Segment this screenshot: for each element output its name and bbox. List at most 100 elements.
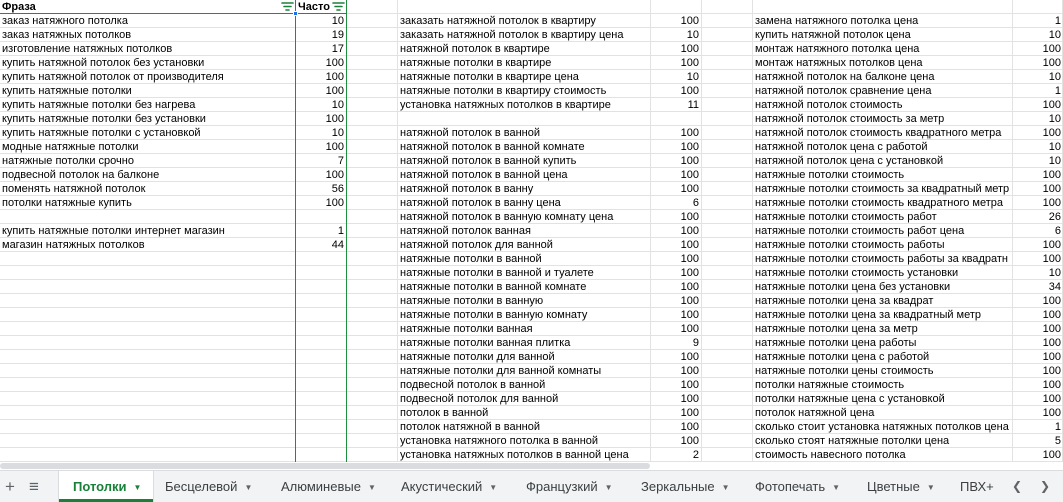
caret-down-icon[interactable]: ▼ (927, 472, 935, 502)
frequency-cell[interactable]: 6 (1013, 224, 1063, 238)
phrase-cell[interactable]: заказ натяжных потолков (0, 28, 294, 42)
frequency-cell[interactable]: 100 (651, 266, 701, 280)
phrase-cell[interactable]: натяжные потолки стоимость (753, 168, 1012, 182)
frequency-cell[interactable]: 44 (296, 238, 346, 252)
phrase-cell[interactable]: купить натяжной потолок от производителя (0, 70, 294, 84)
frequency-cell[interactable]: 2 (651, 448, 701, 462)
phrase-cell[interactable]: натяжные потолки цена за метр (753, 322, 1012, 336)
phrase-cell[interactable]: натяжной потолок ванная (398, 224, 650, 238)
caret-down-icon[interactable]: ▼ (722, 472, 730, 502)
frequency-cell[interactable]: 100 (651, 182, 701, 196)
spreadsheet-grid[interactable]: Фраза Часто заказ натяжного потолка 10 заказ… (0, 0, 1063, 462)
frequency-cell[interactable]: 5 (1013, 434, 1063, 448)
frequency-cell[interactable]: 100 (651, 14, 701, 28)
frequency-cell[interactable]: 100 (651, 322, 701, 336)
phrase-cell[interactable]: купить натяжные потолки с установкой (0, 126, 294, 140)
phrase-cell[interactable]: натяжные потолки для ванной (398, 350, 650, 364)
frequency-cell[interactable]: 100 (1013, 182, 1063, 196)
all-sheets-button[interactable]: ≡ (24, 477, 44, 497)
frequency-cell[interactable]: 100 (296, 56, 346, 70)
phrase-cell[interactable]: замена натяжного потолка цена (753, 14, 1012, 28)
frequency-cell[interactable]: 10 (651, 28, 701, 42)
phrase-cell[interactable]: натяжные потолки цена за квадрат (753, 294, 1012, 308)
phrase-cell[interactable]: потолок натяжной цена (753, 406, 1012, 420)
frequency-cell[interactable]: 100 (1013, 98, 1063, 112)
phrase-cell[interactable]: натяжные потолки в квартиру стоимость (398, 84, 650, 98)
frequency-cell[interactable]: 100 (296, 70, 346, 84)
frequency-cell[interactable]: 100 (651, 224, 701, 238)
phrase-cell[interactable]: натяжные потолки стоимость квадратного м… (753, 196, 1012, 210)
phrase-cell[interactable]: натяжной потолок в ванной цена (398, 168, 650, 182)
frequency-cell[interactable]: 10 (651, 70, 701, 84)
phrase-cell[interactable]: натяжной потолок стоимость квадратного м… (753, 126, 1012, 140)
phrase-cell[interactable]: натяжной потолок стоимость за метр (753, 112, 1012, 126)
phrase-cell[interactable]: сколько стоят натяжные потолки цена (753, 434, 1012, 448)
frequency-cell[interactable]: 10 (1013, 140, 1063, 154)
phrase-cell[interactable]: натяжной потолок в ванной (398, 126, 650, 140)
phrase-cell[interactable]: натяжные потолки для ванной комнаты (398, 364, 650, 378)
frequency-cell[interactable]: 100 (1013, 126, 1063, 140)
phrase-cell[interactable]: монтаж натяжных потолков цена (753, 56, 1012, 70)
frequency-cell[interactable]: 100 (651, 308, 701, 322)
frequency-cell[interactable]: 100 (651, 42, 701, 56)
frequency-cell[interactable]: 10 (1013, 266, 1063, 280)
phrase-cell[interactable]: купить натяжные потолки (0, 84, 294, 98)
frequency-cell[interactable]: 100 (651, 84, 701, 98)
frequency-cell[interactable]: 100 (296, 84, 346, 98)
frequency-cell[interactable]: 100 (1013, 350, 1063, 364)
phrase-cell[interactable]: натяжные потолки стоимость работы за ква… (753, 252, 1012, 266)
phrase-cell[interactable]: подвесной потолок в ванной (398, 378, 650, 392)
frequency-cell[interactable]: 7 (296, 154, 346, 168)
frequency-cell[interactable]: 100 (1013, 322, 1063, 336)
frequency-cell[interactable]: 100 (651, 420, 701, 434)
frequency-cell[interactable]: 34 (1013, 280, 1063, 294)
phrase-cell[interactable]: купить натяжные потолки интернет магазин (0, 224, 294, 238)
phrase-cell[interactable]: потолки натяжные купить (0, 196, 294, 210)
frequency-cell[interactable]: 100 (651, 392, 701, 406)
frequency-cell[interactable]: 100 (1013, 308, 1063, 322)
phrase-cell[interactable]: натяжные потолки срочно (0, 154, 294, 168)
frequency-cell[interactable]: 10 (1013, 112, 1063, 126)
frequency-cell[interactable]: 100 (651, 434, 701, 448)
phrase-cell[interactable]: натяжные потолки ванная плитка (398, 336, 650, 350)
phrase-cell[interactable]: натяжной потолок в ванну (398, 182, 650, 196)
frequency-cell[interactable]: 100 (1013, 378, 1063, 392)
phrase-cell[interactable]: натяжные потолки цена без установки (753, 280, 1012, 294)
frequency-cell[interactable]: 100 (1013, 168, 1063, 182)
frequency-cell[interactable]: 1 (1013, 420, 1063, 434)
phrase-cell[interactable]: натяжные потолки цена работы (753, 336, 1012, 350)
frequency-cell[interactable]: 100 (651, 56, 701, 70)
phrase-cell[interactable]: купить натяжной потолок цена (753, 28, 1012, 42)
sheet-tab[interactable]: Бесцелевой ▼ (151, 471, 264, 502)
frequency-cell[interactable]: 1 (296, 224, 346, 238)
frequency-cell[interactable]: 10 (1013, 70, 1063, 84)
phrase-cell[interactable]: натяжные потолки цена за квадратный метр (753, 308, 1012, 322)
frequency-cell[interactable]: 100 (651, 406, 701, 420)
frequency-cell[interactable]: 100 (651, 350, 701, 364)
phrase-cell[interactable]: установка натяжных потолков в квартире (398, 98, 650, 112)
phrase-cell[interactable]: установка натяжных потолков в ванной цен… (398, 448, 650, 462)
frequency-cell[interactable]: 100 (1013, 392, 1063, 406)
phrase-cell[interactable]: заказ натяжного потолка (0, 14, 294, 28)
phrase-cell[interactable]: стоимость навесного потолка (753, 448, 1012, 462)
phrase-cell[interactable]: поменять натяжной потолок (0, 182, 294, 196)
frequency-cell[interactable]: 100 (1013, 252, 1063, 266)
frequency-cell[interactable]: 100 (651, 364, 701, 378)
phrase-cell[interactable]: магазин натяжных потолков (0, 238, 294, 252)
phrase-cell[interactable]: потолок натяжной в ванной (398, 420, 650, 434)
header-freq-cell[interactable]: Часто (296, 0, 332, 14)
phrase-cell[interactable]: купить натяжные потолки без установки (0, 112, 294, 126)
phrase-cell[interactable]: натяжные потолки стоимость работы (753, 238, 1012, 252)
caret-down-icon[interactable]: ▼ (134, 472, 142, 502)
sheet-tab[interactable]: Фотопечать ▼ (741, 471, 852, 502)
phrase-cell[interactable]: натяжные потолки стоимость работ цена (753, 224, 1012, 238)
caret-down-icon[interactable]: ▼ (368, 472, 376, 502)
phrase-cell[interactable]: натяжной потолок сравнение цена (753, 84, 1012, 98)
frequency-cell[interactable]: 100 (1013, 336, 1063, 350)
frequency-cell[interactable]: 100 (296, 168, 346, 182)
caret-down-icon[interactable]: ▼ (244, 472, 252, 502)
sheet-tab[interactable]: Зеркальные ▼ (627, 471, 742, 502)
frequency-cell[interactable]: 26 (1013, 210, 1063, 224)
frequency-cell[interactable]: 100 (651, 168, 701, 182)
frequency-cell[interactable]: 100 (1013, 238, 1063, 252)
